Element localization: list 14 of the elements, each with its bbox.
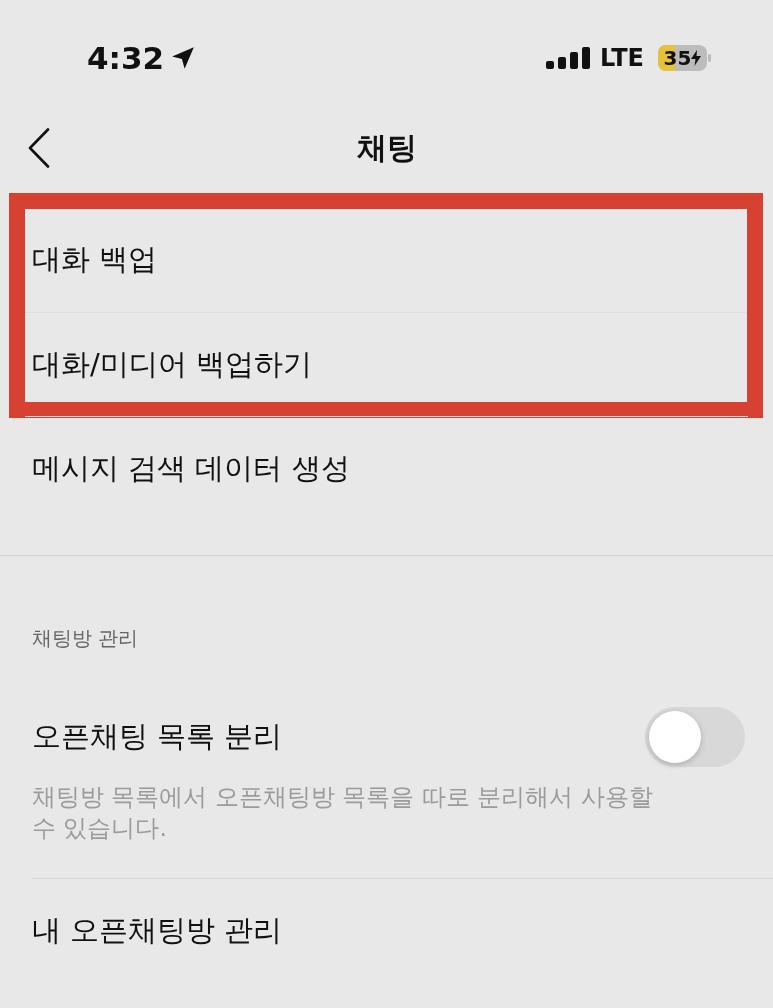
menu-item[interactable]: 대화 백업 [25, 208, 748, 312]
signal-bars-icon [545, 47, 592, 69]
setting-label: 오픈채팅 목록 분리 [32, 718, 283, 756]
clock-time: 4:32 [87, 42, 165, 74]
location-arrow-icon [170, 45, 197, 71]
network-type: LTE [599, 46, 644, 70]
menu-item[interactable]: 메시지 검색 데이터 생성 [25, 416, 748, 520]
toggle-switch[interactable] [645, 707, 745, 767]
setting-description: 채팅방 목록에서 오픈채팅방 목록을 따로 분리해서 사용할 수 있습니다. [32, 782, 654, 844]
menu-item[interactable]: 내 오픈채팅방 관리 [32, 878, 773, 982]
back-chevron-icon [28, 128, 50, 168]
menu-item[interactable]: 대화/미디어 백업하기 [25, 312, 748, 416]
screen-title: 채팅 [356, 133, 417, 163]
section-header: 채팅방 관리 [32, 625, 139, 652]
